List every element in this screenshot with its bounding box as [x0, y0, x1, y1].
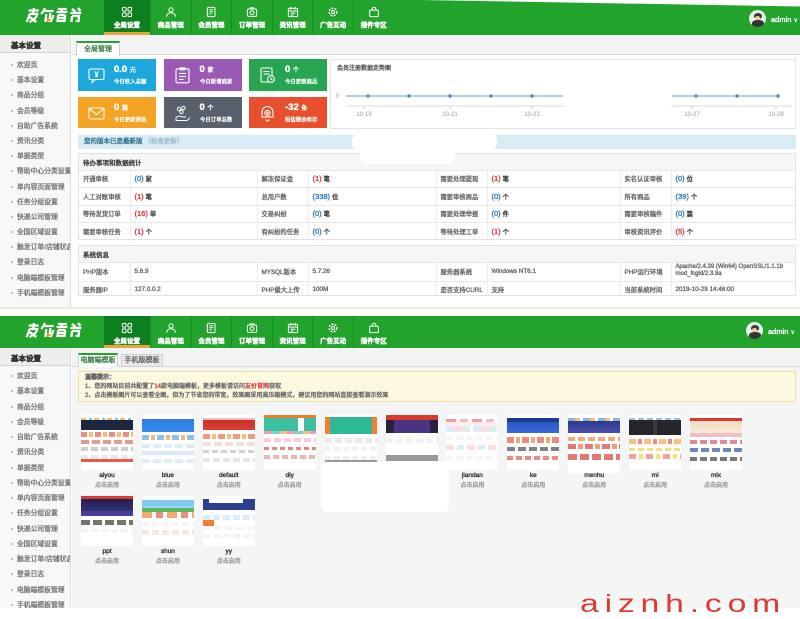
svg-text:10-29: 10-29: [768, 112, 784, 118]
svg-text:10-23: 10-23: [524, 112, 540, 118]
svg-text:10-27: 10-27: [684, 112, 700, 118]
svg-text:10-21: 10-21: [442, 112, 458, 118]
svg-text:0: 0: [336, 94, 340, 100]
svg-text:10-19: 10-19: [356, 112, 372, 118]
